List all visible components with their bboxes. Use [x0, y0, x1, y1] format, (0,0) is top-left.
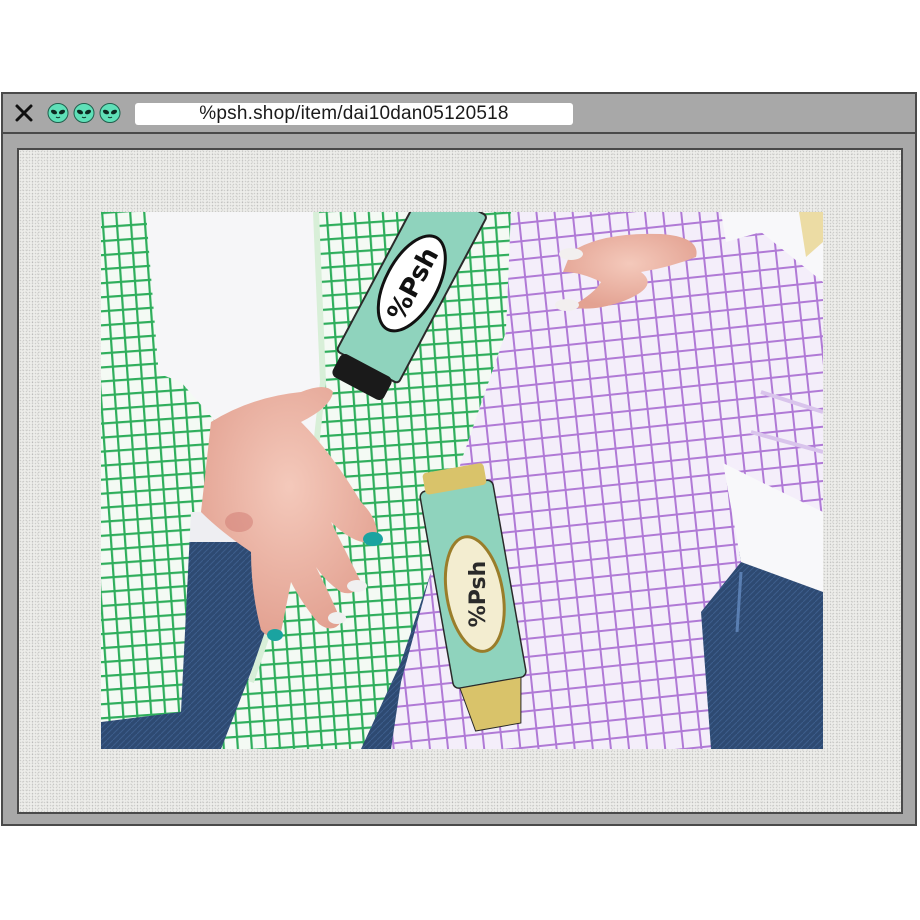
alien-icon[interactable]: [73, 102, 95, 124]
product-photo: %Psh %Psh: [101, 212, 823, 749]
address-bar[interactable]: %psh.shop/item/dai10dan05120518: [135, 103, 573, 125]
purple-patch-text: %Psh: [466, 561, 491, 628]
browser-window: %psh.shop/item/dai10dan05120518 %Psh %Ps…: [1, 92, 917, 826]
title-bar: %psh.shop/item/dai10dan05120518: [3, 94, 915, 134]
page-viewport: %Psh %Psh: [17, 148, 903, 814]
alien-icon[interactable]: [99, 102, 121, 124]
alien-icon[interactable]: [47, 102, 69, 124]
close-icon[interactable]: [13, 102, 35, 124]
